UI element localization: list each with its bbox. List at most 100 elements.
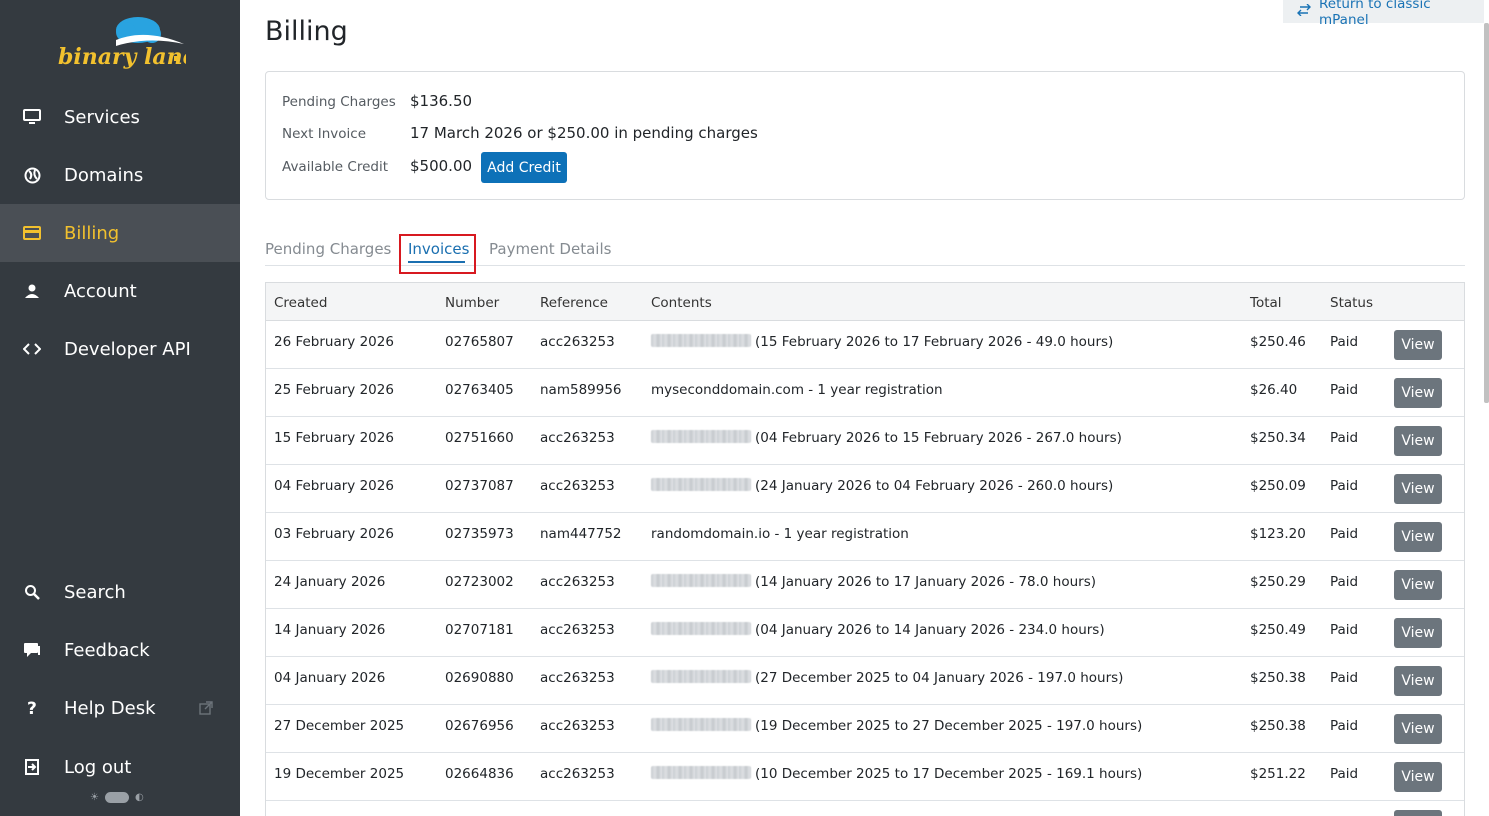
table-row: 25 February 2026 02763405 nam589956 $26.40 P… [266, 369, 1464, 417]
binary-lane-logo[interactable]: binary lane [56, 10, 197, 74]
question-icon: ? [22, 698, 42, 718]
col-number: Number [445, 295, 500, 311]
invoice-reference: acc263253 [540, 334, 615, 350]
invoice-status: Paid [1330, 526, 1359, 542]
billing-summary-card: Pending Charges $136.50 Next Invoice 17 … [265, 71, 1465, 200]
invoice-number: 02735973 [445, 526, 514, 542]
sidebar-item-label: Billing [64, 222, 120, 244]
invoice-total: $250.29 [1250, 574, 1306, 590]
sidebar-item-developer-api[interactable]: Developer API [0, 320, 240, 378]
invoice-contents: (04 January 2026 to 14 January 2026 - 23… [651, 622, 1105, 638]
sidebar-item-search[interactable]: Search [0, 563, 240, 621]
invoice-total: $123.20 [1250, 526, 1306, 542]
sidebar-item-billing[interactable]: Billing [0, 204, 240, 262]
invoice-contents: (24 January 2026 to 04 February 2026 - 2… [651, 478, 1113, 494]
tab-pending-charges[interactable]: Pending Charges [265, 240, 391, 258]
invoice-number: 02763405 [445, 382, 514, 398]
table-row: 24 January 2026 02723002 acc263253 $250.29 P… [266, 561, 1464, 609]
next-invoice-label: Next Invoice [282, 126, 367, 142]
view-invoice-button[interactable]: View [1394, 426, 1442, 456]
view-invoice-button[interactable]: View [1394, 666, 1442, 696]
sidebar-item-label: Feedback [64, 639, 150, 661]
add-credit-button[interactable]: Add Credit [481, 152, 567, 183]
invoice-contents: (04 February 2026 to 15 February 2026 - … [651, 430, 1122, 446]
user-icon [22, 281, 42, 301]
view-invoice-button[interactable]: View [1394, 810, 1442, 816]
invoice-total: $250.38 [1250, 718, 1306, 734]
redacted-server-name [651, 670, 751, 683]
invoice-contents: (19 December 2025 to 27 December 2025 - … [651, 718, 1142, 734]
page-scrollbar[interactable] [1484, 23, 1489, 403]
sidebar-item-log-out[interactable]: Log out [0, 738, 240, 796]
invoice-status: Paid [1330, 478, 1359, 494]
invoice-created: 19 December 2025 [274, 766, 405, 782]
table-row: 26 February 2026 02765807 acc263253 $250.46… [266, 321, 1464, 369]
invoice-number: 02707181 [445, 622, 514, 638]
next-invoice-value: 17 March 2026 or $250.00 in pending char… [410, 124, 758, 142]
view-invoice-button[interactable]: View [1394, 618, 1442, 648]
col-contents: Contents [651, 295, 712, 311]
sidebar-item-label: Search [64, 581, 126, 603]
col-status: Status [1330, 295, 1374, 311]
sidebar-item-help-desk[interactable]: ? Help Desk [0, 679, 240, 737]
invoice-contents: (10 December 2025 to 17 December 2025 - … [651, 766, 1142, 782]
sidebar-item-account[interactable]: Account [0, 262, 240, 320]
invoice-total: $250.38 [1250, 670, 1306, 686]
invoice-reference: acc263253 [540, 766, 615, 782]
invoice-contents-text: (19 December 2025 to 27 December 2025 - … [755, 718, 1143, 734]
redacted-server-name [651, 574, 751, 587]
invoice-status: Paid [1330, 382, 1359, 398]
view-invoice-button[interactable]: View [1394, 570, 1442, 600]
invoice-total: $250.09 [1250, 478, 1306, 494]
invoice-number: 02737087 [445, 478, 514, 494]
view-invoice-button[interactable]: View [1394, 522, 1442, 552]
sidebar-item-feedback[interactable]: Feedback [0, 621, 240, 679]
view-invoice-button[interactable]: View [1394, 378, 1442, 408]
sidebar-item-domains[interactable]: Domains [0, 146, 240, 204]
redacted-server-name [651, 478, 751, 491]
sidebar-item-services[interactable]: Services [0, 88, 240, 146]
pending-charges-value: $136.50 [410, 92, 473, 110]
invoices-table: Created Number Reference Contents Total … [265, 282, 1465, 816]
theme-toggle[interactable]: ☀ ◐ [90, 792, 144, 803]
invoice-number: 02664836 [445, 766, 514, 782]
page-title: Billing [265, 16, 348, 47]
code-icon [22, 339, 42, 359]
invoice-contents-text: (04 February 2026 to 15 February 2026 - … [755, 430, 1122, 446]
invoice-status: Paid [1330, 574, 1359, 590]
sun-icon: ☀ [90, 792, 99, 803]
redacted-server-name [651, 622, 751, 635]
view-invoice-button[interactable]: View [1394, 762, 1442, 792]
col-reference: Reference [540, 295, 608, 311]
toggle-track[interactable] [104, 792, 129, 803]
invoice-number: 02690880 [445, 670, 514, 686]
invoice-reference: acc263253 [540, 718, 615, 734]
swap-arrows-icon [1297, 3, 1311, 20]
redacted-server-name [651, 766, 751, 779]
invoice-created: 25 February 2026 [274, 382, 394, 398]
pending-charges-label: Pending Charges [282, 94, 396, 110]
invoice-number: 02676956 [445, 718, 514, 734]
invoice-status: Paid [1330, 334, 1359, 350]
svg-text:?: ? [27, 699, 37, 717]
invoice-reference: acc263253 [540, 430, 615, 446]
view-invoice-button[interactable]: View [1394, 330, 1442, 360]
sidebar-item-label: Services [64, 106, 140, 128]
feedback-icon [22, 640, 42, 660]
invoice-contents-text: (24 January 2026 to 04 February 2026 - 2… [755, 478, 1114, 494]
redacted-server-name [651, 718, 751, 731]
view-invoice-button[interactable]: View [1394, 474, 1442, 504]
invoice-contents-text: randomdomain.io - 1 year registration [651, 526, 909, 542]
invoice-contents-text: (27 December 2025 to 04 January 2026 - 1… [755, 670, 1124, 686]
invoice-contents-text: (15 February 2026 to 17 February 2026 - … [755, 334, 1114, 350]
table-row: 14 January 2026 02707181 acc263253 $250.49 P… [266, 609, 1464, 657]
globe-icon [22, 165, 42, 185]
table-row: 04 January 2026 02690880 acc263253 $250.38 P… [266, 657, 1464, 705]
invoice-reference: acc263253 [540, 670, 615, 686]
return-classic-link[interactable]: Return to classic mPanel [1283, 0, 1484, 28]
view-invoice-button[interactable]: View [1394, 714, 1442, 744]
invoice-number: 02751660 [445, 430, 514, 446]
tab-payment-details[interactable]: Payment Details [489, 240, 611, 258]
invoice-contents: (27 December 2025 to 04 January 2026 - 1… [651, 670, 1123, 686]
invoice-created: 24 January 2026 [274, 574, 386, 590]
